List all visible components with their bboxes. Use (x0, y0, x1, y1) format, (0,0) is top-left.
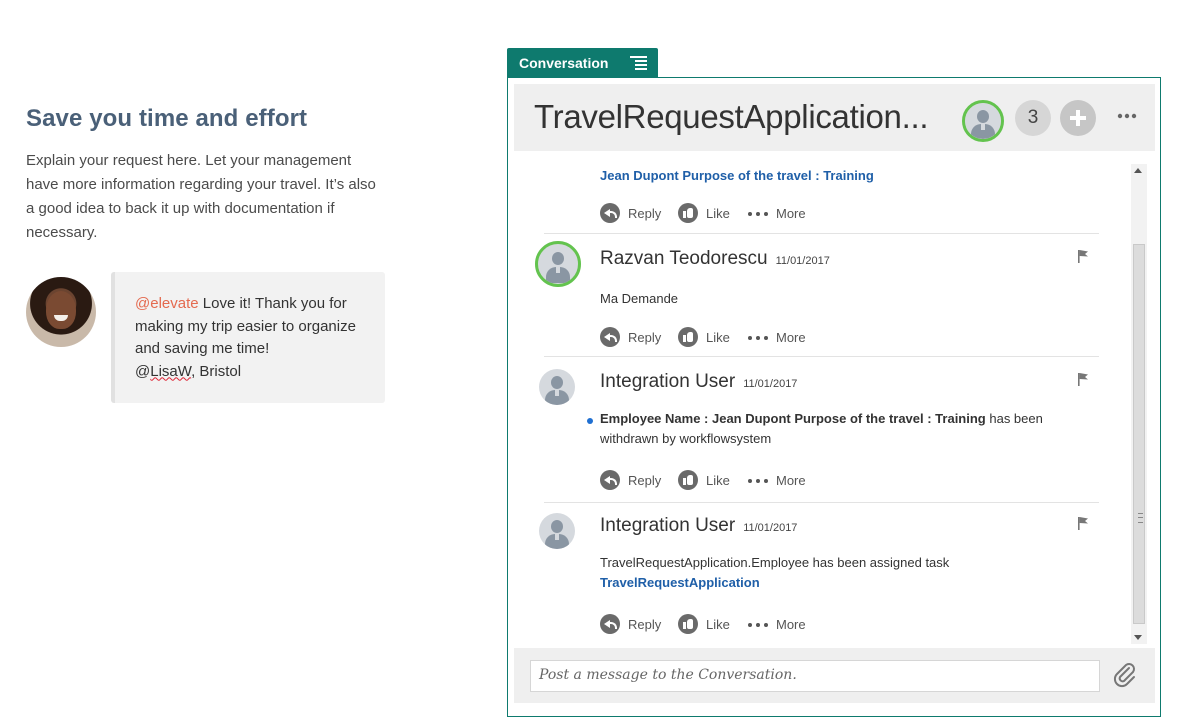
message-body: Employee Name : Jean Dupont Purpose of t… (600, 411, 1043, 446)
more-icon[interactable] (1117, 113, 1137, 119)
message-link[interactable]: Jean Dupont Purpose of the travel : Trai… (600, 168, 874, 183)
reply-icon (600, 203, 620, 223)
unread-indicator (587, 418, 593, 424)
like-icon (678, 614, 698, 634)
message-author[interactable]: Razvan Teodorescu 11/01/2017 (600, 248, 830, 270)
user-avatar-icon[interactable] (539, 513, 575, 549)
flag-icon[interactable] (1077, 516, 1089, 530)
scroll-thumb[interactable] (1133, 244, 1145, 624)
conversation-header: TravelRequestApplication... 3 (514, 84, 1155, 151)
message-feed[interactable]: Jean Dupont Purpose of the travel : Trai… (514, 158, 1129, 643)
options-list-icon[interactable] (630, 56, 647, 70)
scroll-down-icon[interactable] (1134, 635, 1142, 640)
conversation-panel: TravelRequestApplication... 3 Jean Dupon… (507, 77, 1161, 717)
section-description: Explain your request here. Let your mana… (26, 152, 376, 241)
message-body: TravelRequestApplication.Employee has be… (600, 555, 950, 590)
message-date: 11/01/2017 (775, 255, 830, 267)
task-link[interactable]: TravelRequestApplication (600, 575, 760, 590)
user-avatar-icon[interactable] (962, 100, 1004, 142)
like-icon (678, 327, 698, 347)
tab-conversation-label: Conversation (519, 55, 609, 71)
scroll-up-icon[interactable] (1134, 168, 1142, 173)
testimonial-box: @elevate Love it! Thank you for making m… (111, 272, 385, 403)
message-author[interactable]: Integration User 11/01/2017 (600, 371, 797, 393)
add-participant-icon[interactable] (1060, 100, 1096, 136)
tab-conversation[interactable]: Conversation (507, 48, 658, 77)
more-dots-icon (748, 479, 768, 483)
reply-icon (600, 327, 620, 347)
message-input[interactable]: Post a message to the Conversation. (530, 660, 1100, 692)
more-dots-icon (748, 212, 768, 216)
marketing-section: Save you time and effort Explain your re… (26, 105, 386, 245)
user-avatar-icon[interactable] (535, 241, 581, 287)
testimonial-author-handle: LisaW (150, 362, 192, 380)
flag-icon[interactable] (1077, 372, 1089, 386)
more-dots-icon (748, 623, 768, 627)
message-author[interactable]: Integration User 11/01/2017 (600, 515, 797, 537)
testimonial-text: @elevate Love it! Thank you for making m… (135, 295, 356, 380)
like-icon (678, 203, 698, 223)
reply-icon (600, 614, 620, 634)
reply-icon (600, 470, 620, 490)
message-composer: Post a message to the Conversation. (514, 648, 1155, 703)
feed-scrollbar[interactable] (1131, 164, 1147, 644)
conversation-title: TravelRequestApplication... (534, 98, 929, 135)
participant-count[interactable]: 3 (1015, 100, 1051, 136)
more-dots-icon (748, 336, 768, 340)
message-date: 11/01/2017 (743, 378, 798, 390)
flag-icon[interactable] (1077, 249, 1089, 263)
user-avatar-icon[interactable] (539, 369, 575, 405)
section-heading: Save you time and effort (26, 105, 308, 132)
testimonial-avatar (26, 277, 96, 347)
like-icon (678, 470, 698, 490)
attachment-icon[interactable] (1112, 662, 1138, 688)
mention: @elevate (135, 295, 199, 312)
testimonial: @elevate Love it! Thank you for making m… (26, 272, 386, 407)
message-date: 11/01/2017 (743, 522, 798, 534)
message-body: Ma Demande (600, 291, 679, 306)
